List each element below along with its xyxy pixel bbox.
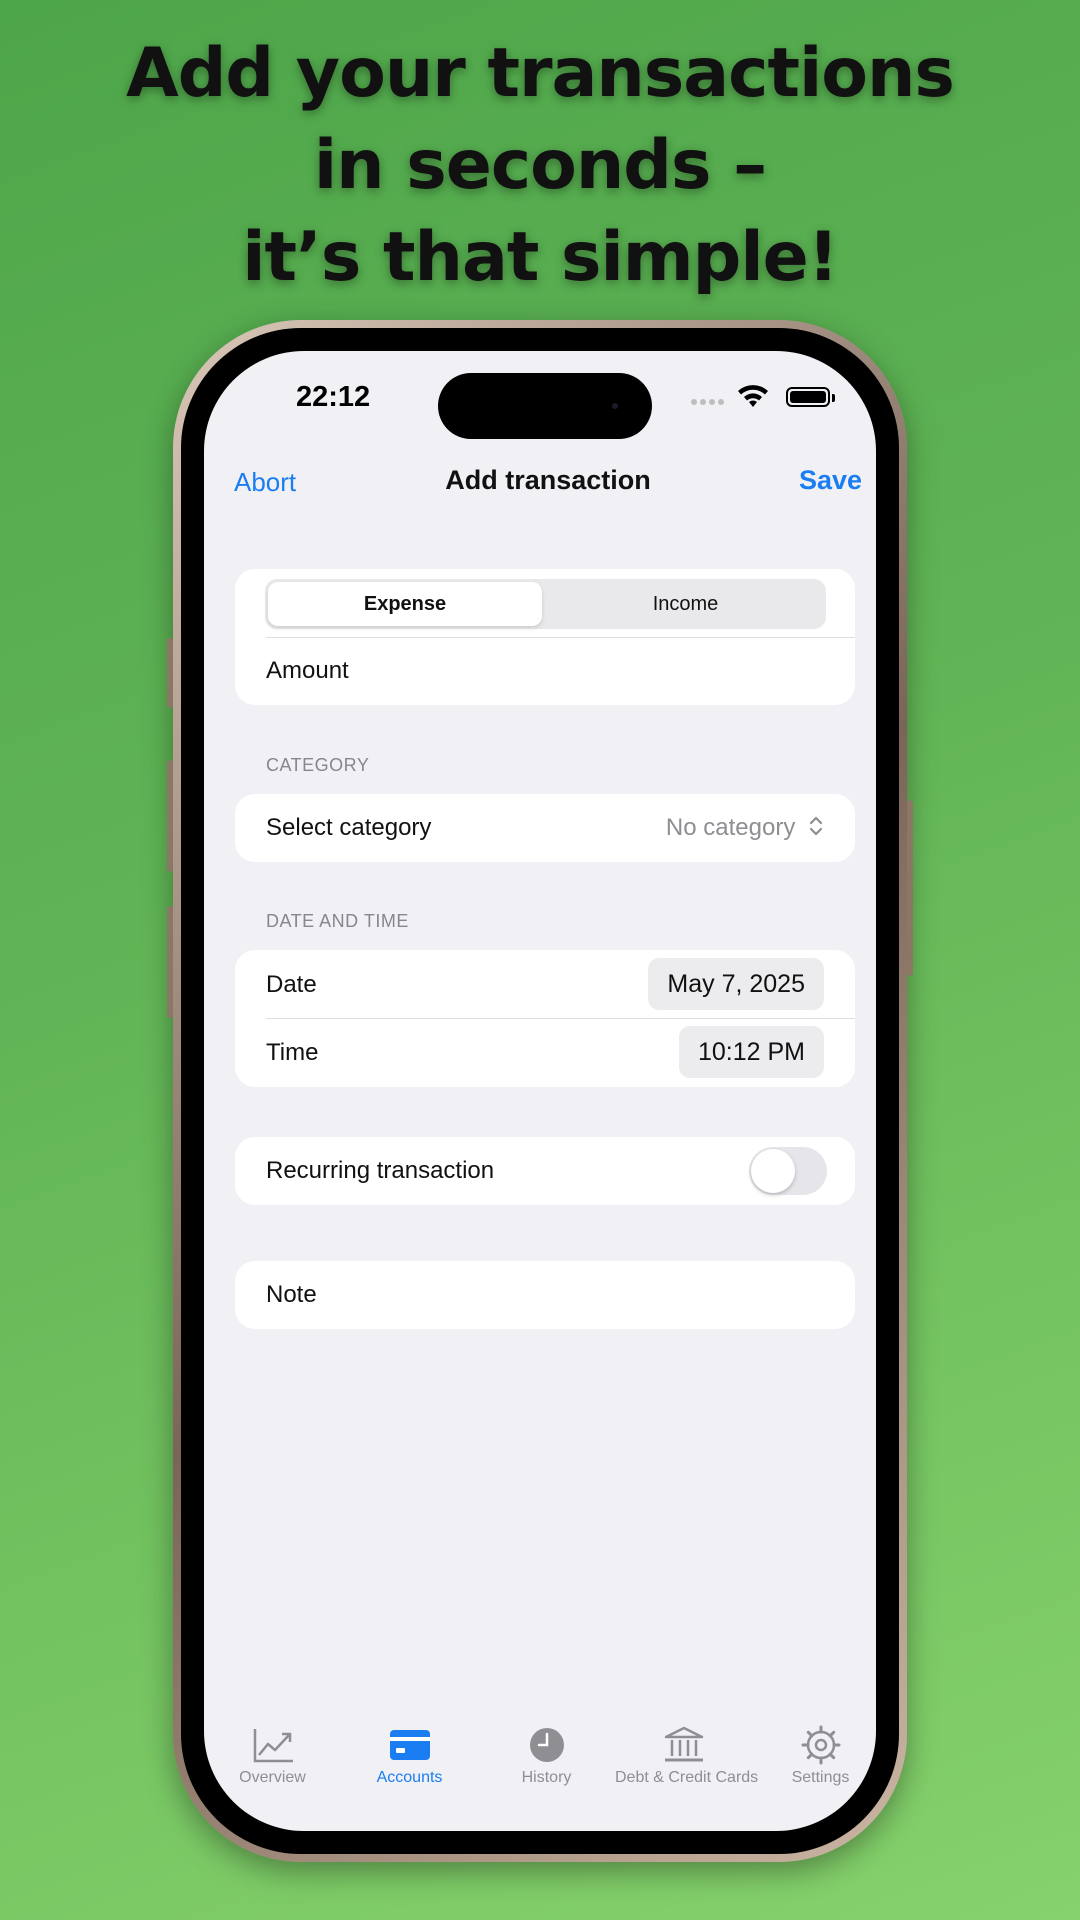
tab-debt-credit-cards[interactable]: Debt & Credit Cards	[615, 1725, 759, 1787]
category-value: No category	[665, 814, 796, 841]
tab-history[interactable]: History	[478, 1725, 615, 1787]
wifi-icon	[738, 385, 768, 407]
recurring-label: Recurring transaction	[266, 1157, 495, 1184]
action-button	[167, 638, 173, 708]
dynamic-island	[438, 373, 652, 439]
tab-label-overview: Overview	[239, 1769, 306, 1786]
tab-label-debt-credit-cards: Debt & Credit Cards	[615, 1769, 759, 1786]
category-section-header: CATEGORY	[266, 755, 370, 775]
phone-bezel: 22:12 Abort Add transaction Save Expense…	[181, 328, 899, 1854]
signal-dots-icon	[691, 399, 725, 405]
chevron-up-down-icon	[809, 816, 823, 836]
promo-line-3: it’s that simple!	[242, 218, 839, 297]
transaction-type-segment[interactable]: Expense Income	[265, 579, 826, 629]
toggle-knob	[751, 1149, 795, 1193]
volume-up-button	[167, 760, 173, 872]
page-title: Add transaction	[445, 465, 651, 495]
date-picker[interactable]: May 7, 2025	[648, 958, 824, 1010]
status-time: 22:12	[296, 381, 371, 413]
card-divider	[266, 1018, 855, 1019]
battery-icon	[786, 387, 830, 407]
save-button[interactable]: Save	[799, 465, 862, 496]
tab-label-history: History	[521, 1769, 572, 1786]
recurring-toggle[interactable]	[749, 1147, 827, 1195]
time-label: Time	[266, 1039, 319, 1066]
navigation-bar: Abort Add transaction Save	[204, 453, 876, 517]
tab-overview[interactable]: Overview	[204, 1725, 341, 1787]
gear-icon	[801, 1725, 840, 1765]
tab-settings[interactable]: Settings	[752, 1725, 876, 1787]
volume-down-button	[167, 906, 173, 1018]
power-button	[907, 800, 913, 976]
bank-icon	[664, 1726, 703, 1762]
promo-headline: Add your transactions in seconds – it’s …	[0, 28, 1080, 304]
category-label: Select category	[266, 814, 432, 841]
segment-income[interactable]: Income	[545, 579, 826, 629]
date-label: Date	[266, 971, 317, 998]
phone-frame: 22:12 Abort Add transaction Save Expense…	[167, 320, 913, 1862]
tab-label-accounts: Accounts	[376, 1769, 443, 1786]
promo-line-1: Add your transactions	[126, 34, 955, 113]
date-time-section-header: DATE AND TIME	[266, 911, 409, 931]
clock-icon	[529, 1728, 564, 1762]
card-divider	[266, 637, 855, 638]
battery-tip	[832, 394, 835, 402]
date-time-card: Date May 7, 2025 Time 10:12 PM	[235, 950, 855, 1087]
category-row[interactable]: Select category No category	[235, 794, 855, 862]
app-screen: 22:12 Abort Add transaction Save Expense…	[204, 351, 876, 1831]
note-field-card: Note	[235, 1261, 855, 1329]
time-picker[interactable]: 10:12 PM	[678, 1026, 824, 1078]
note-input[interactable]: Note	[266, 1281, 317, 1309]
amount-input[interactable]: Amount	[266, 657, 349, 685]
promo-line-2: in seconds –	[313, 126, 767, 205]
tab-bar: Overview Accounts History Debt & Credit …	[204, 1725, 876, 1831]
segment-expense[interactable]: Expense	[268, 579, 542, 629]
tab-accounts[interactable]: Accounts	[341, 1725, 478, 1787]
type-amount-card: Expense Income Amount	[235, 569, 855, 705]
credit-card-icon	[389, 1730, 430, 1760]
tab-label-settings: Settings	[791, 1769, 850, 1786]
category-picker[interactable]: No category	[666, 814, 824, 842]
recurring-row: Recurring transaction	[235, 1137, 855, 1205]
chart-line-icon	[253, 1729, 293, 1763]
